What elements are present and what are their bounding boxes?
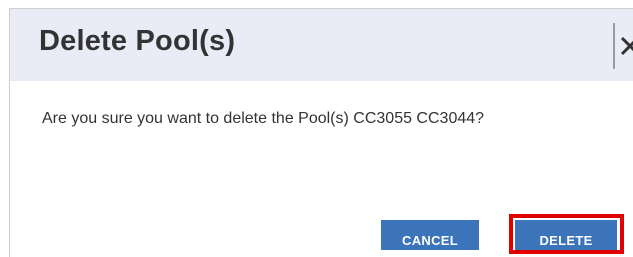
delete-button[interactable]: DELETE <box>515 220 617 250</box>
dialog-footer: CANCEL DELETE <box>0 0 633 250</box>
cancel-button[interactable]: CANCEL <box>381 220 479 250</box>
delete-highlight-bottom <box>509 250 624 254</box>
